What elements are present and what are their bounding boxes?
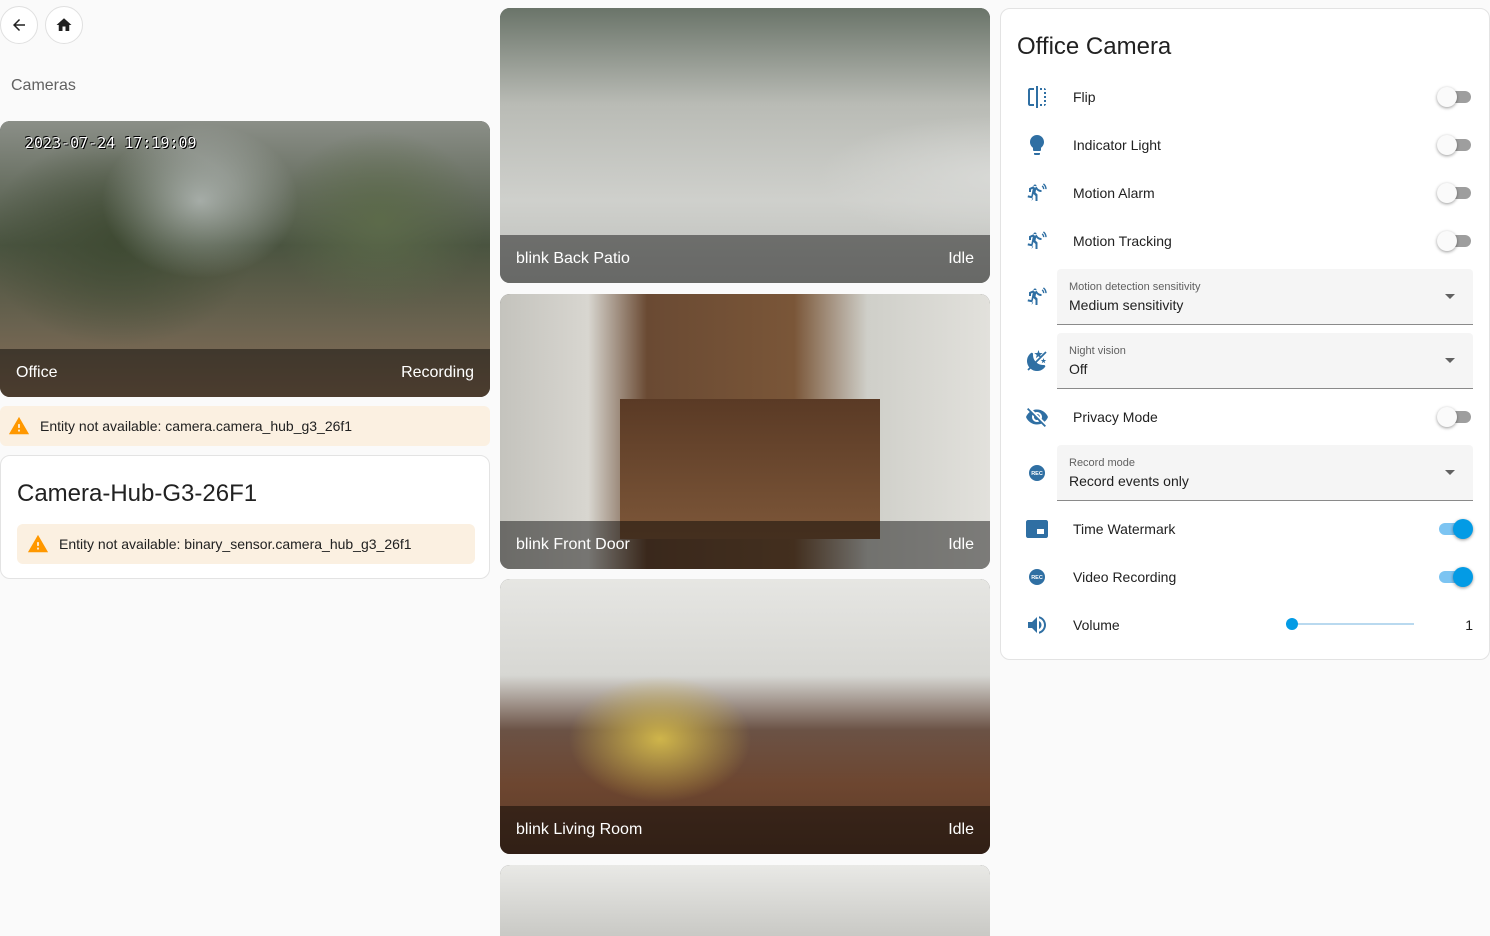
entity-label: Flip	[1073, 89, 1096, 105]
lightbulb-icon	[1030, 135, 1044, 155]
motion-alarm-toggle[interactable]	[1437, 183, 1473, 203]
camera-state: Idle	[948, 821, 974, 838]
volume-slider[interactable]	[1286, 616, 1414, 632]
select-value: Off	[1069, 361, 1088, 377]
entity-label: Privacy Mode	[1073, 409, 1158, 425]
slider-handle[interactable]	[1286, 618, 1298, 630]
entity-warning: Entity not available: camera.camera_hub_…	[0, 406, 490, 446]
record-mode-select[interactable]: Record mode Record events only	[1057, 445, 1473, 501]
select-value: Record events only	[1069, 473, 1189, 489]
weather-night-icon	[1027, 350, 1047, 372]
home-icon	[56, 18, 72, 31]
camera-timestamp: 2023-07-24 17:19:09	[25, 134, 197, 152]
hub-card: Camera-Hub-G3-26F1 Entity not available:…	[0, 455, 490, 579]
card-title: Office Camera	[1017, 33, 1172, 60]
camera-footer: Office Recording	[0, 349, 490, 397]
entity-row-time-watermark: Time Watermark	[1017, 509, 1473, 549]
eye-off-icon	[1026, 408, 1048, 427]
indicator-light-toggle[interactable]	[1437, 135, 1473, 155]
office-camera-entities-card: Office Camera Flip Indicator Light Motio…	[1000, 8, 1490, 660]
home-button[interactable]	[45, 6, 83, 44]
camera-footer: blink Front Door Idle	[500, 521, 990, 569]
camera-snapshot	[500, 865, 990, 936]
office-camera-card[interactable]: Office Recording	[0, 121, 490, 397]
select-label: Night vision	[1069, 345, 1126, 357]
entity-row-motion-alarm: Motion Alarm	[1017, 173, 1473, 213]
alert-icon	[8, 416, 30, 435]
entity-label: Video Recording	[1073, 569, 1177, 585]
chevron-down-icon	[1445, 294, 1455, 299]
camera-name: blink Front Door	[516, 536, 630, 553]
svg-text:REC: REC	[1031, 575, 1043, 581]
section-title: Cameras	[11, 77, 76, 94]
select-label: Motion detection sensitivity	[1069, 281, 1201, 293]
camera-footer: blink Back Patio Idle	[500, 235, 990, 283]
camera-state: Idle	[948, 250, 974, 267]
select-label: Record mode	[1069, 457, 1136, 469]
camera-card-back-patio[interactable]: blink Back Patio Idle	[500, 8, 990, 283]
camera-card-partial[interactable]	[500, 865, 990, 936]
motion-tracking-toggle[interactable]	[1437, 231, 1473, 251]
select-value: Medium sensitivity	[1069, 297, 1184, 313]
camera-name: Office	[16, 364, 58, 381]
arrow-left-icon	[13, 19, 25, 31]
entity-row-video-recording: REC Video Recording	[1017, 557, 1473, 597]
privacy-mode-toggle[interactable]	[1437, 407, 1473, 427]
time-watermark-toggle[interactable]	[1437, 519, 1473, 539]
chevron-down-icon	[1445, 358, 1455, 363]
entity-row-motion-tracking: Motion Tracking	[1017, 221, 1473, 261]
card-title: Camera-Hub-G3-26F1	[17, 480, 258, 507]
warning-text: Entity not available: binary_sensor.came…	[59, 536, 412, 552]
camera-state: Recording	[401, 364, 474, 381]
camera-name: blink Back Patio	[516, 250, 630, 267]
record-rec-icon: REC	[1029, 569, 1045, 585]
slider-rail	[1286, 623, 1414, 625]
picture-in-picture-icon	[1026, 520, 1048, 538]
svg-text:REC: REC	[1031, 471, 1043, 477]
entity-label: Motion Tracking	[1073, 233, 1172, 249]
camera-name: blink Living Room	[516, 821, 643, 838]
video-recording-toggle[interactable]	[1437, 567, 1473, 587]
entity-label: Time Watermark	[1073, 521, 1176, 537]
warning-text: Entity not available: camera.camera_hub_…	[40, 418, 353, 434]
entity-row-privacy-mode: Privacy Mode	[1017, 397, 1473, 437]
volume-value: 1	[1465, 617, 1473, 633]
camera-state: Idle	[948, 536, 974, 553]
back-button[interactable]	[0, 6, 38, 44]
motion-sensor-icon	[1027, 183, 1047, 201]
record-rec-icon: REC	[1029, 465, 1045, 481]
volume-high-icon	[1028, 616, 1046, 634]
entity-label: Indicator Light	[1073, 137, 1161, 153]
flip-horizontal-icon	[1028, 86, 1046, 108]
flip-toggle[interactable]	[1437, 87, 1473, 107]
motion-sensor-icon	[1027, 287, 1047, 305]
chevron-down-icon	[1445, 470, 1455, 475]
entity-warning: Entity not available: binary_sensor.came…	[17, 524, 475, 564]
night-vision-select[interactable]: Night vision Off	[1057, 333, 1473, 389]
motion-sensitivity-select[interactable]: Motion detection sensitivity Medium sens…	[1057, 269, 1473, 325]
entity-row-flip: Flip	[1017, 77, 1473, 117]
camera-card-living-room[interactable]: blink Living Room Idle	[500, 579, 990, 854]
camera-card-front-door[interactable]: blink Front Door Idle	[500, 294, 990, 569]
entity-label: Motion Alarm	[1073, 185, 1155, 201]
motion-sensor-icon	[1027, 231, 1047, 249]
entity-row-indicator-light: Indicator Light	[1017, 125, 1473, 165]
camera-footer: blink Living Room Idle	[500, 806, 990, 854]
alert-icon	[27, 534, 49, 553]
